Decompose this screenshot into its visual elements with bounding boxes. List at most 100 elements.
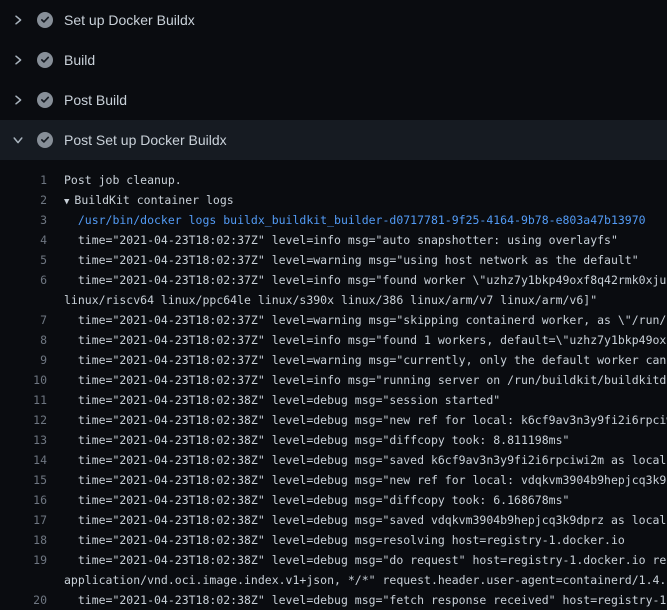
log-line: 1 Post job cleanup. (0, 170, 667, 190)
log-line-content: time="2021-04-23T18:02:38Z" level=debug … (47, 510, 667, 530)
chevron-right-icon (12, 54, 28, 66)
step-header[interactable]: Post Set up Docker Buildx (0, 120, 667, 160)
log-line-number[interactable]: 14 (0, 450, 47, 470)
log-line: 18 time="2021-04-23T18:02:38Z" level=deb… (0, 530, 667, 550)
log-line: 17 time="2021-04-23T18:02:38Z" level=deb… (0, 510, 667, 530)
log-line-text: time="2021-04-23T18:02:37Z" level=info m… (64, 273, 667, 287)
log-line-content: time="2021-04-23T18:02:38Z" level=debug … (47, 490, 569, 510)
check-circle-icon (37, 132, 53, 148)
log-line-text: time="2021-04-23T18:02:37Z" level=info m… (64, 373, 667, 387)
log-line: application/vnd.oci.image.index.v1+json,… (0, 570, 667, 590)
log-line-number[interactable]: 8 (0, 330, 47, 350)
log-line-content: time="2021-04-23T18:02:38Z" level=debug … (47, 470, 667, 490)
log-line-text: BuildKit container logs (74, 193, 233, 207)
log-line-number[interactable]: 18 (0, 530, 47, 550)
log-line-number[interactable]: 20 (0, 590, 47, 610)
log-line-content: ▼ BuildKit container logs (47, 190, 234, 210)
log-line-content: time="2021-04-23T18:02:38Z" level=debug … (47, 530, 625, 550)
chevron-right-icon (12, 94, 28, 106)
log-line-text: time="2021-04-23T18:02:37Z" level=warnin… (64, 253, 639, 267)
log-line: 11 time="2021-04-23T18:02:38Z" level=deb… (0, 390, 667, 410)
log-line-number[interactable]: 4 (0, 230, 47, 250)
log-line-number[interactable]: 11 (0, 390, 47, 410)
log-line-content: time="2021-04-23T18:02:37Z" level=info m… (47, 270, 667, 290)
log-line-text: /usr/bin/docker logs buildx_buildkit_bui… (64, 213, 646, 227)
step-header[interactable]: Set up Docker Buildx (0, 0, 667, 40)
log-line: 15 time="2021-04-23T18:02:38Z" level=deb… (0, 470, 667, 490)
log-line: 20 time="2021-04-23T18:02:38Z" level=deb… (0, 590, 667, 610)
log-line-content: linux/riscv64 linux/ppc64le linux/s390x … (47, 290, 597, 310)
log-line: 6 time="2021-04-23T18:02:37Z" level=info… (0, 270, 667, 290)
step-title: Build (64, 52, 95, 68)
log-line-number[interactable]: 10 (0, 370, 47, 390)
log-line: 14 time="2021-04-23T18:02:38Z" level=deb… (0, 450, 667, 470)
log-line: 13 time="2021-04-23T18:02:38Z" level=deb… (0, 430, 667, 450)
log-line-text: time="2021-04-23T18:02:38Z" level=debug … (64, 413, 667, 427)
log-line-text: application/vnd.oci.image.index.v1+json,… (64, 573, 667, 587)
log-line-number[interactable]: 15 (0, 470, 47, 490)
log-line-content: time="2021-04-23T18:02:38Z" level=debug … (47, 430, 569, 450)
log-lines: 1 Post job cleanup. 2 ▼ BuildKit containe… (0, 160, 667, 610)
log-line-content: time="2021-04-23T18:02:37Z" level=info m… (47, 230, 618, 250)
log-line-content: application/vnd.oci.image.index.v1+json,… (47, 570, 667, 590)
log-line: linux/riscv64 linux/ppc64le linux/s390x … (0, 290, 667, 310)
log-line-number[interactable]: 12 (0, 410, 47, 430)
log-line-number[interactable]: 19 (0, 550, 47, 570)
log-line-number[interactable]: 2 (0, 190, 47, 210)
step-header[interactable]: Build (0, 40, 667, 80)
log-line-content: time="2021-04-23T18:02:38Z" level=debug … (47, 410, 667, 430)
log-line: 16 time="2021-04-23T18:02:38Z" level=deb… (0, 490, 667, 510)
log-line-text: time="2021-04-23T18:02:38Z" level=debug … (64, 553, 667, 567)
log-line: 2 ▼ BuildKit container logs (0, 190, 667, 210)
log-line-number[interactable] (0, 570, 47, 590)
log-line-number[interactable] (0, 290, 47, 310)
log-line-number[interactable]: 3 (0, 210, 47, 230)
log-line-content: time="2021-04-23T18:02:37Z" level=info m… (47, 370, 667, 390)
check-circle-icon (37, 12, 53, 28)
actions-log-viewer: { "colors": { "bg": "#0a0c10", "header_b… (0, 0, 667, 600)
log-line-text: time="2021-04-23T18:02:38Z" level=debug … (64, 493, 569, 507)
log-line: 9 time="2021-04-23T18:02:37Z" level=warn… (0, 350, 667, 370)
log-line-content: time="2021-04-23T18:02:38Z" level=debug … (47, 590, 667, 610)
log-line-number[interactable]: 7 (0, 310, 47, 330)
log-line: 3 /usr/bin/docker logs buildx_buildkit_b… (0, 210, 667, 230)
steps-list: Set up Docker Buildx Build Post Buil (0, 0, 667, 160)
step-header[interactable]: Post Build (0, 80, 667, 120)
log-line-content: time="2021-04-23T18:02:37Z" level=warnin… (47, 310, 667, 330)
log-line-content: time="2021-04-23T18:02:37Z" level=info m… (47, 330, 667, 350)
log-line-text: time="2021-04-23T18:02:38Z" level=debug … (64, 593, 667, 607)
log-line: 19 time="2021-04-23T18:02:38Z" level=deb… (0, 550, 667, 570)
log-line-text: time="2021-04-23T18:02:37Z" level=info m… (64, 333, 667, 347)
log-line-content: time="2021-04-23T18:02:37Z" level=warnin… (47, 350, 667, 370)
log-line-number[interactable]: 13 (0, 430, 47, 450)
log-line-number[interactable]: 1 (0, 170, 47, 190)
step-title: Post Build (64, 92, 127, 108)
log-line-content: time="2021-04-23T18:02:38Z" level=debug … (47, 390, 500, 410)
log-line-text: time="2021-04-23T18:02:38Z" level=debug … (64, 453, 667, 467)
log-line-text: Post job cleanup. (64, 173, 182, 187)
log-line-text: time="2021-04-23T18:02:38Z" level=debug … (64, 513, 667, 527)
log-line-number[interactable]: 17 (0, 510, 47, 530)
log-line: 12 time="2021-04-23T18:02:38Z" level=deb… (0, 410, 667, 430)
log-line-text: time="2021-04-23T18:02:38Z" level=debug … (64, 393, 500, 407)
chevron-right-icon (12, 14, 28, 26)
log-line-content: time="2021-04-23T18:02:38Z" level=debug … (47, 450, 667, 470)
log-line: 4 time="2021-04-23T18:02:37Z" level=info… (0, 230, 667, 250)
log-line-number[interactable]: 9 (0, 350, 47, 370)
log-line-text: time="2021-04-23T18:02:38Z" level=debug … (64, 473, 667, 487)
log-line-content: time="2021-04-23T18:02:38Z" level=debug … (47, 550, 667, 570)
log-line-text: linux/riscv64 linux/ppc64le linux/s390x … (64, 293, 597, 307)
log-line-number[interactable]: 16 (0, 490, 47, 510)
group-collapse-icon[interactable]: ▼ (64, 197, 69, 207)
log-line-content: time="2021-04-23T18:02:37Z" level=warnin… (47, 250, 639, 270)
step-title: Post Set up Docker Buildx (64, 132, 227, 148)
log-line: 10 time="2021-04-23T18:02:37Z" level=inf… (0, 370, 667, 390)
log-line-text: time="2021-04-23T18:02:38Z" level=debug … (64, 533, 625, 547)
log-line-number[interactable]: 5 (0, 250, 47, 270)
log-line: 5 time="2021-04-23T18:02:37Z" level=warn… (0, 250, 667, 270)
log-line-content: Post job cleanup. (47, 170, 182, 190)
log-line-content: /usr/bin/docker logs buildx_buildkit_bui… (47, 210, 646, 230)
chevron-down-icon (12, 134, 28, 146)
log-line: 7 time="2021-04-23T18:02:37Z" level=warn… (0, 310, 667, 330)
log-line-number[interactable]: 6 (0, 270, 47, 290)
